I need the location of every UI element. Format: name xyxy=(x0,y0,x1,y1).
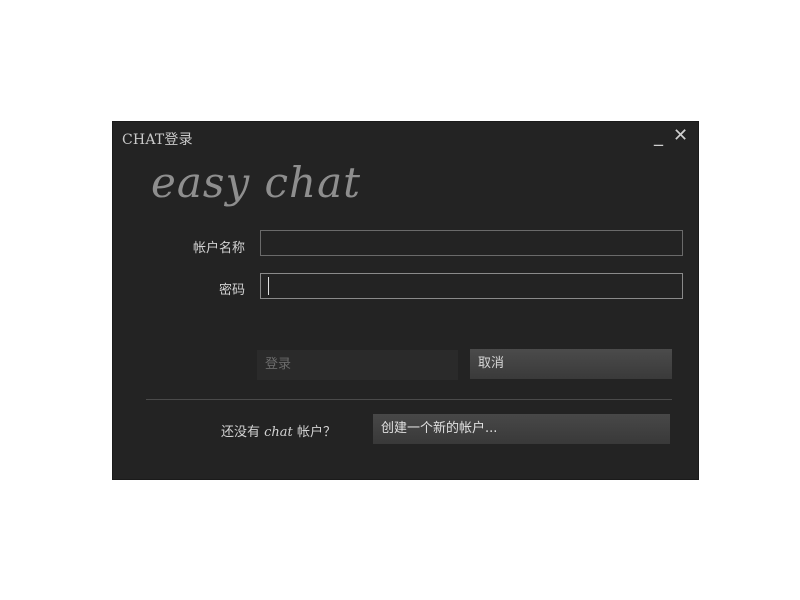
close-icon[interactable]: ✕ xyxy=(673,125,688,147)
signup-prefix: 还没有 xyxy=(221,425,261,440)
text-caret xyxy=(268,277,269,295)
divider xyxy=(146,399,672,400)
minimize-icon[interactable]: _ xyxy=(654,126,663,148)
signup-suffix: 帐户？ xyxy=(296,425,336,440)
signup-prompt: 还没有 chat 帐户？ xyxy=(221,421,336,440)
signup-chat-word: chat xyxy=(264,425,293,440)
login-button[interactable]: 登录 xyxy=(257,350,458,380)
account-name-label: 帐户名称 xyxy=(192,241,245,256)
create-account-button[interactable]: 创建一个新的帐户... xyxy=(373,414,670,444)
cancel-button[interactable]: 取消 xyxy=(470,349,672,379)
login-window: CHAT登录 _ ✕ easy chat 帐户名称 密码 登录 取消 还没有 c… xyxy=(113,122,698,479)
app-logo: easy chat xyxy=(151,158,362,207)
account-name-input[interactable] xyxy=(260,230,683,256)
password-label: 密码 xyxy=(218,283,245,298)
title-bar[interactable]: CHAT登录 _ ✕ xyxy=(113,122,698,154)
window-title: CHAT登录 xyxy=(122,132,193,148)
password-input[interactable] xyxy=(260,273,683,299)
